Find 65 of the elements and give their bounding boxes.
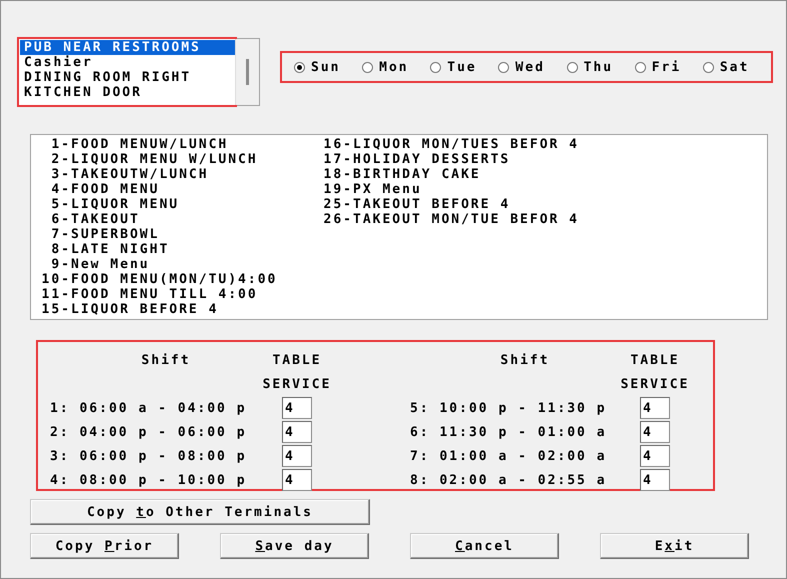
terminal-list-item[interactable]: PUB NEAR RESTROOMS xyxy=(20,40,235,55)
shift-time-range: 7: 01:00 a - 02:00 a xyxy=(410,448,608,464)
table-service-field[interactable]: 4 xyxy=(640,469,670,491)
menu-list-item[interactable]: 25-TAKEOUT BEFORE 4 xyxy=(313,197,767,212)
menu-list-item[interactable]: 4-FOOD MENU xyxy=(31,182,313,197)
terminal-listbox[interactable]: PUB NEAR RESTROOMS Cashier DINING ROOM RIGHT KITCHEN DOOR xyxy=(18,38,260,106)
day-radio-option[interactable]: Fri xyxy=(634,60,703,74)
terminal-list-item[interactable]: KITCHEN DOOR xyxy=(20,85,235,100)
shift-time-range: 8: 02:00 a - 02:55 a xyxy=(410,472,608,488)
column-header: TABLE xyxy=(630,352,680,368)
day-radio-option[interactable]: Tue xyxy=(430,60,498,74)
action-button[interactable]: C ancel xyxy=(410,533,559,559)
menu-list-item[interactable]: 26-TAKEOUT MON/TUE BEFOR 4 xyxy=(313,212,767,227)
radio-button-icon[interactable] xyxy=(566,62,578,72)
menu-list-item[interactable]: 2-LIQUOR MENU W/LUNCH xyxy=(31,152,313,167)
column-header: Shift xyxy=(141,352,191,368)
radio-button-icon[interactable] xyxy=(702,62,714,72)
radio-button-icon[interactable] xyxy=(634,62,646,72)
menu-list-item[interactable]: 11-FOOD MENU TILL 4:00 xyxy=(31,287,313,302)
radio-button-icon[interactable] xyxy=(430,62,442,72)
day-radio-option[interactable]: Mon xyxy=(362,60,430,74)
shift-time-range: 1: 06:00 a - 04:00 p xyxy=(50,400,248,416)
shift-time-range: 6: 11:30 p - 01:00 a xyxy=(410,424,608,440)
day-radio-option[interactable]: Thu xyxy=(566,60,635,74)
menu-list-item[interactable]: 6-TAKEOUT xyxy=(31,212,313,227)
menu-list-item[interactable]: 18-BIRTHDAY CAKE xyxy=(313,167,767,182)
radio-button-icon[interactable] xyxy=(498,62,510,72)
shift-time-range: 4: 08:00 p - 10:00 p xyxy=(50,472,248,488)
table-service-field[interactable]: 4 xyxy=(640,445,670,467)
menu-list-item[interactable]: 7-SUPERBOWL xyxy=(31,227,313,242)
menu-list-item[interactable]: 8-LATE NIGHT xyxy=(31,242,313,257)
menu-list-item[interactable]: 16-LIQUOR MON/TUES BEFOR 4 xyxy=(313,137,767,152)
column-header: SERVICE xyxy=(262,376,332,392)
terminal-list-item[interactable]: Cashier xyxy=(20,55,235,70)
shift-time-range: 3: 06:00 p - 08:00 p xyxy=(50,448,248,464)
action-button[interactable]: S ave day xyxy=(220,533,369,559)
menu-list-item[interactable]: 5-LIQUOR MENU xyxy=(31,197,313,212)
copy-to-other-terminals-button[interactable]: Copy t o Other Terminals xyxy=(30,499,370,525)
radio-button-icon[interactable] xyxy=(362,62,374,72)
day-radio-option[interactable]: Sat xyxy=(702,60,771,74)
radio-button-icon[interactable] xyxy=(294,62,305,72)
shift-time-range: 2: 04:00 p - 06:00 p xyxy=(50,424,248,440)
table-service-field[interactable]: 4 xyxy=(282,469,312,491)
scrollbar-thumb[interactable] xyxy=(246,59,249,85)
column-header: TABLE xyxy=(272,352,322,368)
menu-list-item[interactable]: 17-HOLIDAY DESSERTS xyxy=(313,152,767,167)
menu-list-item[interactable]: 3-TAKEOUTW/LUNCH xyxy=(31,167,313,182)
menu-list-item[interactable]: 1-FOOD MENUW/LUNCH xyxy=(31,137,313,152)
menu-list-item[interactable]: 19-PX Menu xyxy=(313,182,767,197)
column-header: Shift xyxy=(500,352,550,368)
terminal-list-item[interactable]: DINING ROOM RIGHT xyxy=(20,70,235,85)
menu-list-item[interactable]: 9-New Menu xyxy=(31,257,313,272)
menu-list-item[interactable]: 10-FOOD MENU(MON/TU)4:00 xyxy=(31,272,313,287)
table-service-field[interactable]: 4 xyxy=(282,421,312,443)
table-service-field[interactable]: 4 xyxy=(640,421,670,443)
action-button[interactable]: Copy P rior xyxy=(30,533,179,559)
table-service-field[interactable]: 4 xyxy=(282,445,312,467)
day-radio-option[interactable]: Sun xyxy=(294,60,362,74)
menu-list-item[interactable]: 15-LIQUOR BEFORE 4 xyxy=(31,302,313,317)
shift-time-range: 5: 10:00 p - 11:30 p xyxy=(410,400,608,416)
table-service-field[interactable]: 4 xyxy=(282,397,312,419)
table-service-field[interactable]: 4 xyxy=(640,397,670,419)
action-button[interactable]: E x it xyxy=(600,533,749,559)
day-radio-option[interactable]: Wed xyxy=(498,60,567,74)
column-header: SERVICE xyxy=(620,376,690,392)
